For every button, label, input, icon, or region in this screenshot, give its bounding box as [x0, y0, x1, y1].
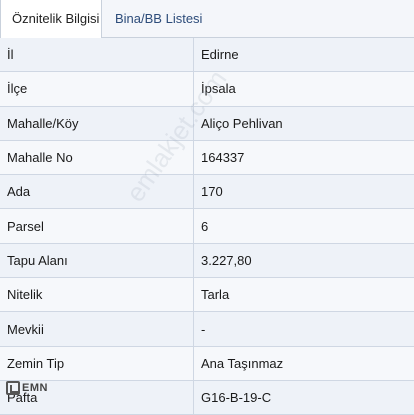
- row-key: Mahalle No: [0, 140, 194, 175]
- row-value: 164337: [201, 150, 245, 166]
- row-value: G16-B-19-C: [201, 390, 272, 406]
- table-row: İlçe İpsala: [0, 72, 414, 107]
- row-key: Mevkii: [0, 312, 194, 346]
- row-key: Ada: [0, 175, 194, 209]
- row-key: Nitelik: [0, 278, 194, 312]
- row-value: İpsala: [201, 81, 236, 97]
- row-key: Tapu Alanı: [0, 243, 194, 278]
- table-row: Nitelik Tarla: [0, 278, 414, 313]
- row-value: Edirne: [201, 47, 239, 63]
- table-row: Mahalle/Köy Aliço Pehlivan: [0, 106, 414, 141]
- row-value: Tarla: [201, 287, 230, 303]
- tab-bar: Öznitelik Bilgisi Bina/BB Listesi: [0, 0, 414, 38]
- row-key: Parsel: [0, 209, 194, 243]
- row-value: 6: [201, 218, 209, 234]
- table-row: Pafta G16-B-19-C: [0, 380, 414, 415]
- row-key: Zemin Tip: [0, 346, 194, 380]
- row-key: Mahalle/Köy: [0, 106, 194, 140]
- table-row: İl Edirne: [0, 38, 414, 73]
- table-row: Mahalle No 164337: [0, 140, 414, 176]
- row-value: Aliço Pehlivan: [201, 115, 283, 131]
- row-value: 3.227,80: [201, 252, 252, 268]
- row-key: Pafta: [0, 380, 194, 415]
- row-value: 170: [201, 184, 223, 200]
- row-value: -: [201, 321, 206, 337]
- table-row: Tapu Alanı 3.227,80: [0, 243, 414, 279]
- table-row: Mevkii -: [0, 312, 414, 347]
- attribute-table: İl Edirne İlçe İpsala Mahalle/Köy Aliço …: [0, 38, 414, 415]
- tab-bina-bb-listesi[interactable]: Bina/BB Listesi: [103, 0, 202, 37]
- tab-oznitelik-bilgisi[interactable]: Öznitelik Bilgisi: [0, 0, 102, 38]
- table-row: Zemin Tip Ana Taşınmaz: [0, 346, 414, 381]
- row-key: İl: [0, 38, 194, 72]
- table-row: Ada 170: [0, 175, 414, 210]
- row-key: İlçe: [0, 72, 194, 106]
- row-value: Ana Taşınmaz: [201, 355, 284, 371]
- table-row: Parsel 6: [0, 209, 414, 244]
